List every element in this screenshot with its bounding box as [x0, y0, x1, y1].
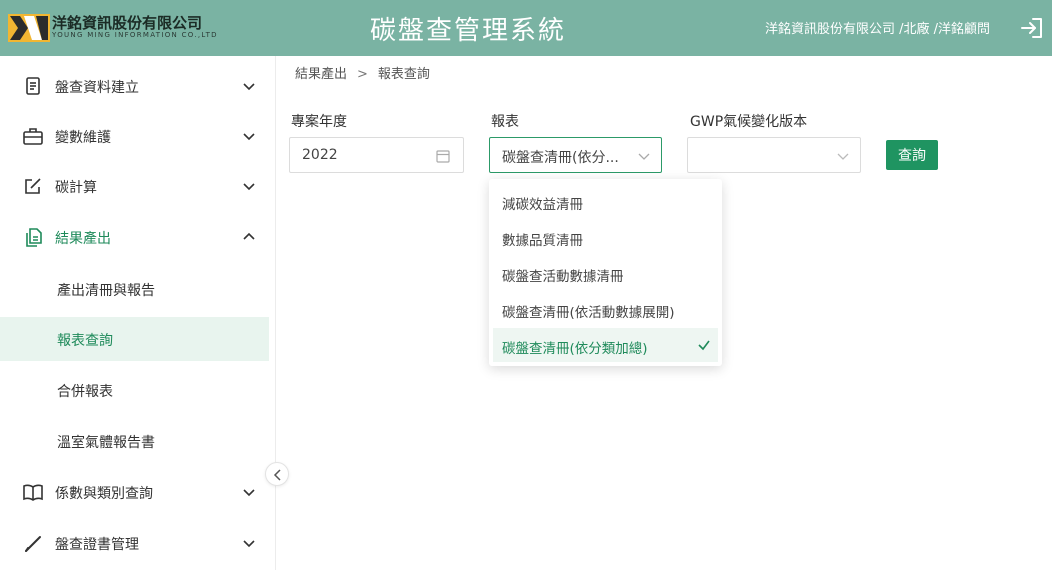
sidebar-item-inventory-data[interactable]: 盤查資料建立	[0, 64, 276, 108]
dropdown-option-label: 碳盤查清冊(依分類加總)	[502, 341, 648, 357]
sidebar: 盤查資料建立 變數維護 碳計算 結果產出 產出清冊與報告 報表查詢 合併報表 溫…	[0, 56, 276, 570]
sidebar-item-label: 係數與類別查詢	[55, 486, 153, 502]
dropdown-option[interactable]: 碳盤查活動數據清冊	[493, 256, 718, 290]
dropdown-option-label: 減碳效益清冊	[502, 197, 583, 213]
check-icon	[698, 340, 710, 351]
sidebar-subitem-label: 溫室氣體報告書	[57, 435, 155, 451]
year-picker[interactable]: 2022	[289, 137, 464, 173]
pen-icon	[25, 536, 41, 552]
sidebar-item-label: 變數維護	[55, 130, 111, 146]
year-value: 2022	[302, 147, 338, 163]
chevron-down-icon	[243, 83, 255, 91]
breadcrumb-parent[interactable]: 結果產出	[295, 63, 347, 82]
breadcrumb: 結果產出 > 報表查詢	[295, 63, 430, 82]
sidebar-collapse-button[interactable]	[265, 462, 289, 486]
dropdown-option-label: 碳盤查清冊(依活動數據展開)	[502, 305, 675, 321]
sidebar-item-label: 盤查證書管理	[55, 537, 139, 553]
dropdown-option-label: 數據品質清冊	[502, 233, 583, 249]
year-label: 專案年度	[291, 114, 347, 130]
briefcase-icon	[23, 128, 43, 145]
app-header: 洋銘資訊股份有限公司 YOUNG MING INFORMATION CO.,LT…	[0, 0, 1052, 56]
sidebar-item-label: 結果產出	[55, 231, 111, 247]
chevron-down-icon	[243, 540, 255, 548]
book-icon	[23, 484, 43, 501]
logo-company-name: 洋銘資訊股份有限公司	[52, 14, 203, 32]
sidebar-item-carbon-calc[interactable]: 碳計算	[0, 164, 276, 208]
report-dropdown-menu: 減碳效益清冊 數據品質清冊 碳盤查活動數據清冊 碳盤查清冊(依活動數據展開) 碳…	[489, 179, 722, 366]
logout-icon[interactable]	[1018, 14, 1046, 42]
dropdown-option-label: 碳盤查活動數據清冊	[502, 269, 624, 285]
dropdown-option[interactable]: 數據品質清冊	[493, 220, 718, 254]
sidebar-subitem-label: 報表查詢	[57, 333, 113, 349]
gwp-label: GWP氣候變化版本	[690, 114, 808, 130]
files-icon	[26, 228, 42, 247]
report-selected-value: 碳盤查清冊(依分...	[502, 150, 619, 166]
chevron-down-icon	[243, 183, 255, 191]
edit-icon	[25, 178, 41, 194]
sidebar-item-label: 盤查資料建立	[55, 80, 139, 96]
sidebar-subitem-output-report[interactable]: 產出清冊與報告	[0, 267, 269, 311]
report-select[interactable]: 碳盤查清冊(依分...	[489, 137, 662, 173]
chevron-up-icon	[243, 232, 255, 240]
chevron-down-icon	[243, 489, 255, 497]
logo-company-english: YOUNG MING INFORMATION CO.,LTD	[52, 31, 218, 39]
chevron-left-icon	[273, 469, 281, 481]
gwp-select[interactable]	[687, 137, 861, 173]
chevron-down-icon	[638, 153, 650, 160]
breadcrumb-current: 報表查詢	[377, 67, 430, 82]
sidebar-subitem-consolidated-report[interactable]: 合併報表	[0, 368, 269, 412]
sidebar-item-variables[interactable]: 變數維護	[0, 114, 276, 158]
sidebar-item-coefficient-query[interactable]: 係數與類別查詢	[0, 470, 276, 514]
chevron-down-icon	[243, 133, 255, 141]
dropdown-option[interactable]: 碳盤查清冊(依活動數據展開)	[493, 292, 718, 326]
document-icon	[26, 77, 40, 95]
user-info: 洋銘資訊股份有限公司 /北廠 /洋銘顧問	[765, 22, 991, 37]
sidebar-subitem-report-query[interactable]: 報表查詢	[0, 317, 269, 361]
sidebar-subitem-label: 合併報表	[57, 384, 113, 400]
chevron-down-icon	[837, 153, 849, 160]
sidebar-item-label: 碳計算	[55, 180, 97, 196]
app-title: 碳盤查管理系統	[370, 16, 567, 46]
sidebar-subitem-label: 產出清冊與報告	[57, 283, 155, 299]
sidebar-item-results[interactable]: 結果產出	[0, 215, 276, 259]
query-button[interactable]: 查詢	[886, 140, 938, 170]
sidebar-subitem-ghg-report[interactable]: 溫室氣體報告書	[0, 419, 269, 463]
breadcrumb-separator: >	[357, 67, 368, 82]
logo-mark-icon	[8, 14, 50, 42]
sidebar-item-certificate-mgmt[interactable]: 盤查證書管理	[0, 521, 276, 565]
company-logo[interactable]: 洋銘資訊股份有限公司 YOUNG MING INFORMATION CO.,LT…	[8, 12, 217, 44]
dropdown-option-selected[interactable]: 碳盤查清冊(依分類加總)	[493, 328, 718, 362]
calendar-icon	[436, 150, 450, 163]
report-label: 報表	[491, 114, 519, 130]
dropdown-option[interactable]: 減碳效益清冊	[493, 184, 718, 218]
